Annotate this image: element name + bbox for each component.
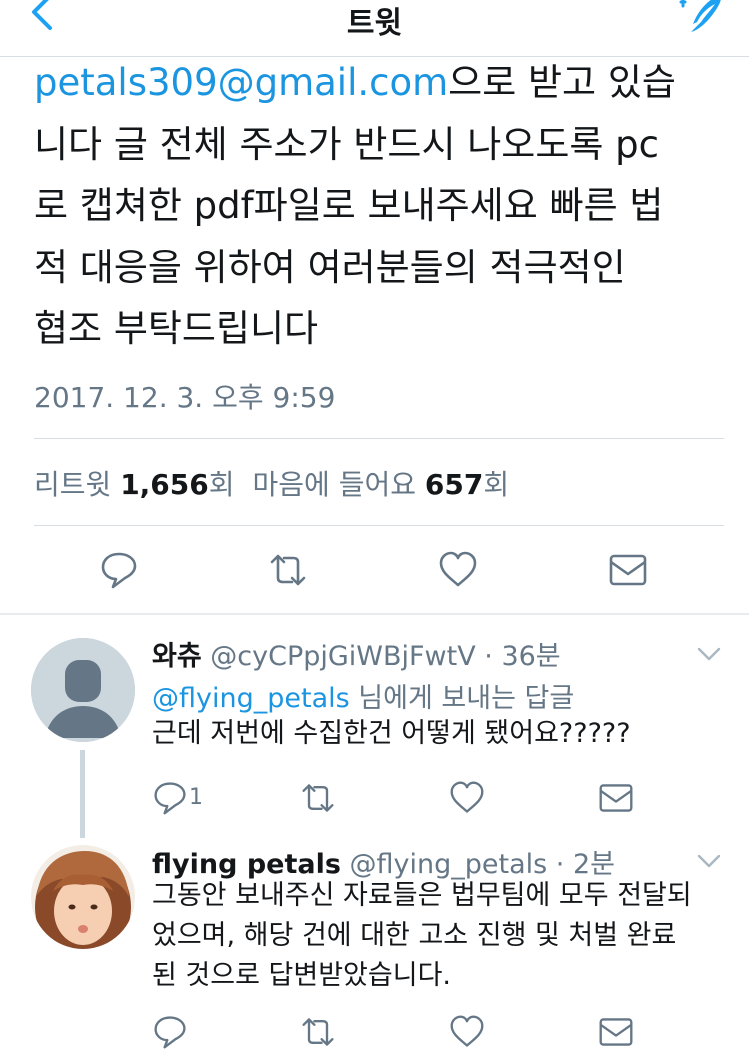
chevron-down-icon[interactable] (697, 853, 721, 869)
avatar-photo[interactable] (31, 845, 135, 949)
reply-icon[interactable] (152, 780, 188, 816)
retweet-count: 1,656 (120, 468, 209, 501)
reply-author-handle: @cyCPpjGiWBjFwtV · 36분 (210, 641, 561, 672)
divider (34, 525, 724, 526)
like-suffix: 회 (483, 468, 510, 501)
page-title: 트윗 (346, 6, 403, 41)
share-dm-icon[interactable] (598, 780, 634, 816)
reply-icon[interactable] (99, 550, 139, 590)
profile-photo (31, 845, 135, 949)
tweet-text: petals309@gmail.com으로 받고 있습 니다 글 전체 주소가 … (34, 52, 734, 360)
email-link[interactable]: petals309@gmail.com (34, 61, 448, 104)
like-heart-icon[interactable] (449, 780, 485, 816)
retweet-icon[interactable] (300, 1014, 336, 1050)
default-profile-icon (31, 638, 135, 742)
replying-to-suffix: 님에게 보내는 답글 (349, 683, 575, 714)
section-separator (0, 613, 749, 615)
chevron-down-icon[interactable] (697, 646, 721, 662)
reply-header: 와츄 @cyCPpjGiWBjFwtV · 36분 (152, 634, 561, 673)
tweet-stats: 리트윗 1,656회 마음에 들어요 657회 (34, 463, 509, 503)
share-dm-icon[interactable] (608, 550, 648, 590)
reply-icon[interactable] (152, 1014, 188, 1050)
replying-to-handle[interactable]: @flying_petals (152, 683, 350, 714)
reply-text: 그동안 보내주신 자료들은 법무팀에 모두 전달되 었으며, 해당 건에 대한 … (152, 880, 692, 991)
retweet-suffix: 회 (208, 468, 235, 501)
reply-count: 1 (189, 785, 203, 810)
retweet-stat-label: 리트윗 (34, 468, 112, 501)
replying-to-line: @flying_petals 님에게 보내는 답글 (152, 676, 574, 715)
compose-feather-icon[interactable] (675, 0, 727, 40)
like-count: 657 (424, 468, 484, 501)
tweet-detail-screen: 트윗 petals309@gmail.com으로 받고 있습 니다 글 전체 주… (0, 0, 749, 1055)
like-heart-icon[interactable] (438, 550, 478, 590)
share-dm-icon[interactable] (598, 1014, 634, 1050)
tweet-timestamp: 2017. 12. 3. 오후 9:59 (34, 381, 336, 414)
navigation-bar: 트윗 (0, 0, 749, 57)
avatar-default[interactable] (31, 638, 135, 742)
tweet-text-rest: 으로 받고 있습 니다 글 전체 주소가 반드시 나오도록 pc 로 캡쳐한 p… (34, 61, 676, 350)
thread-connector-line (80, 750, 85, 838)
reply-author-name[interactable]: 와츄 (152, 641, 202, 672)
like-stat[interactable]: 마음에 들어요 657회 (253, 468, 510, 501)
like-heart-icon[interactable] (449, 1014, 485, 1050)
reply-text: 근데 저번에 수집한건 어떻게 됐어요????? (152, 718, 631, 749)
retweet-icon[interactable] (268, 550, 308, 590)
tweet-action-bar (0, 540, 749, 600)
retweet-icon[interactable] (300, 780, 336, 816)
like-stat-label: 마음에 들어요 (252, 468, 416, 501)
retweet-stat[interactable]: 리트윗 1,656회 (34, 468, 235, 501)
divider (34, 438, 724, 439)
